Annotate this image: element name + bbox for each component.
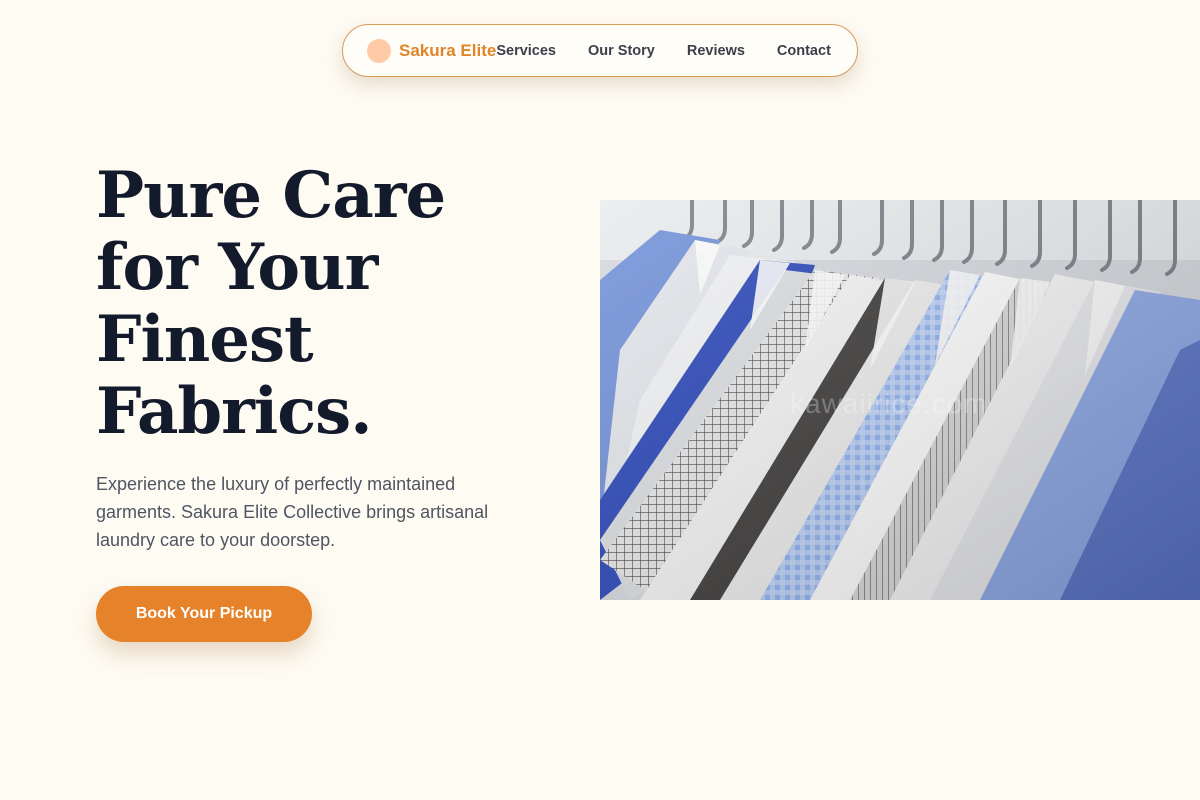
page: Sakura Elite Services Our Story Reviews …: [0, 0, 1200, 800]
nav-links: Services Our Story Reviews Contact: [496, 43, 831, 59]
image-watermark: kawaiirice.com: [790, 388, 988, 419]
hero-image-shirts-on-hangers: kawaiirice.com: [600, 200, 1200, 600]
brand-dot-icon: [367, 38, 391, 63]
hero-headline: Pure Care for Your Finest Fabrics.: [96, 158, 446, 449]
brand-logo-link[interactable]: Sakura Elite: [367, 38, 497, 63]
brand-name: Sakura Elite: [399, 40, 497, 60]
nav-link-contact[interactable]: Contact: [777, 43, 831, 59]
nav-link-our-story[interactable]: Our Story: [588, 43, 655, 59]
top-navigation: Sakura Elite Services Our Story Reviews …: [342, 24, 858, 77]
hero-subtext: Experience the luxury of perfectly maint…: [96, 474, 489, 550]
book-pickup-button[interactable]: Book Your Pickup: [96, 586, 312, 642]
nav-link-services[interactable]: Services: [496, 43, 556, 59]
nav-link-reviews[interactable]: Reviews: [687, 43, 745, 59]
